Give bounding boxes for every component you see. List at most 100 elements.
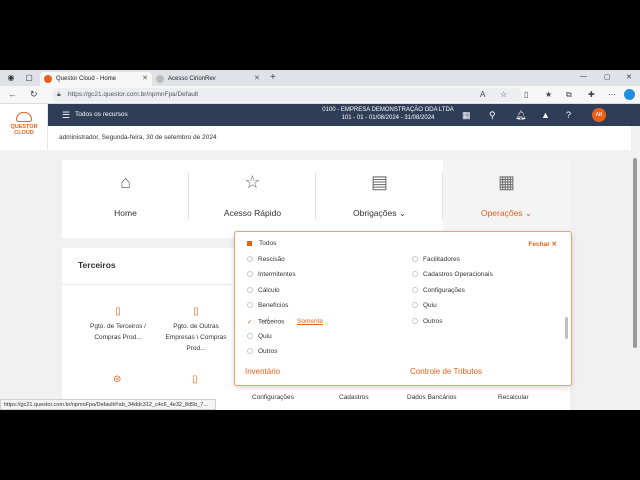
controle-tributos-heading[interactable]: Controle de Tributos xyxy=(410,367,482,376)
scrollbar-thumb[interactable] xyxy=(633,158,637,348)
warning-icon[interactable]: ▲ xyxy=(541,110,550,120)
close-tab-icon[interactable]: ✕ xyxy=(254,72,260,86)
close-tab-icon[interactable]: ✕ xyxy=(142,72,148,86)
minimize-icon[interactable]: — xyxy=(580,73,587,80)
card-obrigacoes[interactable]: ▤ Obrigações ⌄ xyxy=(316,160,443,238)
avatar[interactable]: AB xyxy=(592,108,606,122)
all-resources-button[interactable]: Todos os recursos xyxy=(75,111,128,118)
logo-text: QUESTOR CLOUD xyxy=(10,124,38,136)
company-name: 0100 - EMPRESA DEMONSTRAÇÃO ODA LTDA xyxy=(322,107,454,113)
extensions-icon[interactable]: ✚ xyxy=(588,90,595,99)
radio-icon xyxy=(247,302,253,309)
option-quiu[interactable]: Quiu xyxy=(247,333,272,340)
recalcular-link[interactable]: Recalcular xyxy=(498,394,529,401)
page-scrollbar[interactable] xyxy=(631,150,640,410)
company-selector[interactable]: 0100 - EMPRESA DEMONSTRAÇÃO ODA LTDA 101… xyxy=(298,106,478,122)
option-cadastros-operacionais[interactable]: Cadastros Operacionais xyxy=(412,271,493,278)
radio-icon xyxy=(412,287,418,294)
option-label: Quiu xyxy=(258,333,272,340)
operacoes-dropdown: Todos Fechar ✕ Rescisão Intermitentes Cá… xyxy=(234,231,572,386)
radio-icon xyxy=(247,333,253,340)
url-text: https://gc21.questor.com.br/npmnFpa/Defa… xyxy=(68,91,199,98)
card-acesso-rapido[interactable]: ☆ Acesso Rápido xyxy=(189,160,316,238)
option-label: Configurações xyxy=(423,287,465,294)
search-icon[interactable]: ⚲ xyxy=(489,110,496,121)
document-icon: ▯ xyxy=(115,306,121,317)
option-beneficios[interactable]: Benefícios xyxy=(247,302,288,309)
questor-favicon-icon xyxy=(44,75,52,83)
filter-all-label: Todos xyxy=(259,240,277,247)
tab-acesso[interactable]: Acesso CirionRev ✕ xyxy=(152,72,264,86)
radio-icon xyxy=(247,287,253,294)
page-favicon-icon xyxy=(156,75,164,83)
split-screen-icon[interactable]: ▯ xyxy=(524,90,528,99)
refresh-icon[interactable]: ↻ xyxy=(30,89,38,100)
option-label: Outros xyxy=(423,318,443,325)
radio-icon xyxy=(247,256,253,263)
user-greeting: administrador, Segunda-feira, 30 de sete… xyxy=(48,126,631,150)
option-label: Intermitentes xyxy=(258,271,296,278)
option-rescisao[interactable]: Rescisão xyxy=(247,256,285,263)
pgto-terceiros-item[interactable]: ▯ Pgto. de Terceiros / Compras Prod... xyxy=(83,306,153,343)
collections-icon[interactable]: ⧉ xyxy=(566,90,572,100)
configuracoes-link[interactable]: Configurações xyxy=(252,394,294,401)
cloud-logo-icon xyxy=(16,112,32,122)
dados-bancarios-link[interactable]: Dados Bancários xyxy=(407,394,457,401)
filter-all[interactable]: Todos xyxy=(247,240,276,247)
address-bar: ← ↻ 🔒︎ https://gc21.questor.com.br/npmnF… xyxy=(0,86,640,104)
more-icon[interactable]: ⋯ xyxy=(608,90,616,99)
back-icon[interactable]: ← xyxy=(8,89,17,99)
tab-title: Acesso CirionRev xyxy=(168,76,216,82)
item-label: Pgto. de Outras Empresas \ Compras Prod.… xyxy=(165,323,227,352)
money-icon: ⊜ xyxy=(113,374,122,385)
questor-logo[interactable]: QUESTOR CLOUD xyxy=(0,104,48,150)
option-quiu-right[interactable]: Quiu xyxy=(412,302,437,309)
favorites-icon[interactable]: ★ xyxy=(545,90,552,99)
option-label: Rescisão xyxy=(258,256,285,263)
option-calculo[interactable]: Cálculo xyxy=(247,287,280,294)
radio-icon xyxy=(412,256,418,263)
bell-icon[interactable]: 🔔︎ xyxy=(515,110,526,121)
radio-icon xyxy=(247,348,253,355)
document-icon: ▯ xyxy=(193,306,199,317)
option-label: Terceiros xyxy=(258,318,285,326)
close-window-icon[interactable]: ✕ xyxy=(626,73,632,81)
top-header: ☰ Todos os recursos 0100 - EMPRESA DEMON… xyxy=(48,104,640,126)
option-intermitentes[interactable]: Intermitentes xyxy=(247,271,296,278)
tab-actions-icon[interactable]: ▢ xyxy=(24,73,34,83)
card-home[interactable]: ⌂ Home xyxy=(62,160,189,238)
tab-questor-home[interactable]: Questor Cloud - Home ✕ xyxy=(40,72,152,86)
option-configuracoes[interactable]: Configurações xyxy=(412,287,465,294)
option-outros-right[interactable]: Outros xyxy=(412,318,443,325)
hand-cursor-icon: ☝︎ xyxy=(264,316,271,327)
card-label: Acesso Rápido xyxy=(223,208,282,218)
lock-icon: 🔒︎ xyxy=(57,91,61,98)
calculator-icon[interactable]: ▦ xyxy=(462,110,471,121)
new-tab-button[interactable]: + xyxy=(270,72,276,83)
url-field[interactable]: 🔒︎ https://gc21.questor.com.br/npmnFpa/D… xyxy=(52,88,522,102)
help-icon[interactable]: ? xyxy=(566,110,571,120)
option-label: Benefícios xyxy=(258,302,289,309)
card-operacoes[interactable]: ▦ Operações ⌄ xyxy=(443,160,570,238)
profile-icon[interactable]: ◉ xyxy=(6,73,16,83)
menu-icon[interactable]: ☰ xyxy=(62,110,70,121)
document-icon: ▯ xyxy=(192,374,198,385)
pgto-outras-empresas-item[interactable]: ▯ Pgto. de Outras Empresas \ Compras Pro… xyxy=(161,306,231,354)
option-facilitadores[interactable]: Facilitadores xyxy=(412,256,460,263)
option-label: Outros xyxy=(258,348,278,355)
company-period: 101 - 01 - 01/08/2024 - 31/08/2024 xyxy=(341,115,435,121)
card-label: Home xyxy=(114,208,137,218)
dropdown-scrollbar[interactable] xyxy=(565,317,568,339)
inventario-heading[interactable]: Inventário xyxy=(245,367,280,376)
only-link[interactable]: Somente xyxy=(297,318,323,325)
read-aloud-icon[interactable]: A xyxy=(480,90,485,99)
module-cards: ⌂ Home ☆ Acesso Rápido ▤ Obrigações ⌄ ▦ … xyxy=(62,160,570,238)
option-label: Facilitadores xyxy=(423,256,460,263)
favorite-icon[interactable]: ☆ xyxy=(500,90,507,99)
option-outros[interactable]: Outros xyxy=(247,348,278,355)
maximize-icon[interactable]: ▢ xyxy=(604,73,611,81)
copilot-icon[interactable] xyxy=(624,89,635,100)
close-button[interactable]: Fechar ✕ xyxy=(528,240,557,248)
cadastros-link[interactable]: Cadastros xyxy=(339,394,369,401)
check-icon: ✓ xyxy=(247,319,253,326)
